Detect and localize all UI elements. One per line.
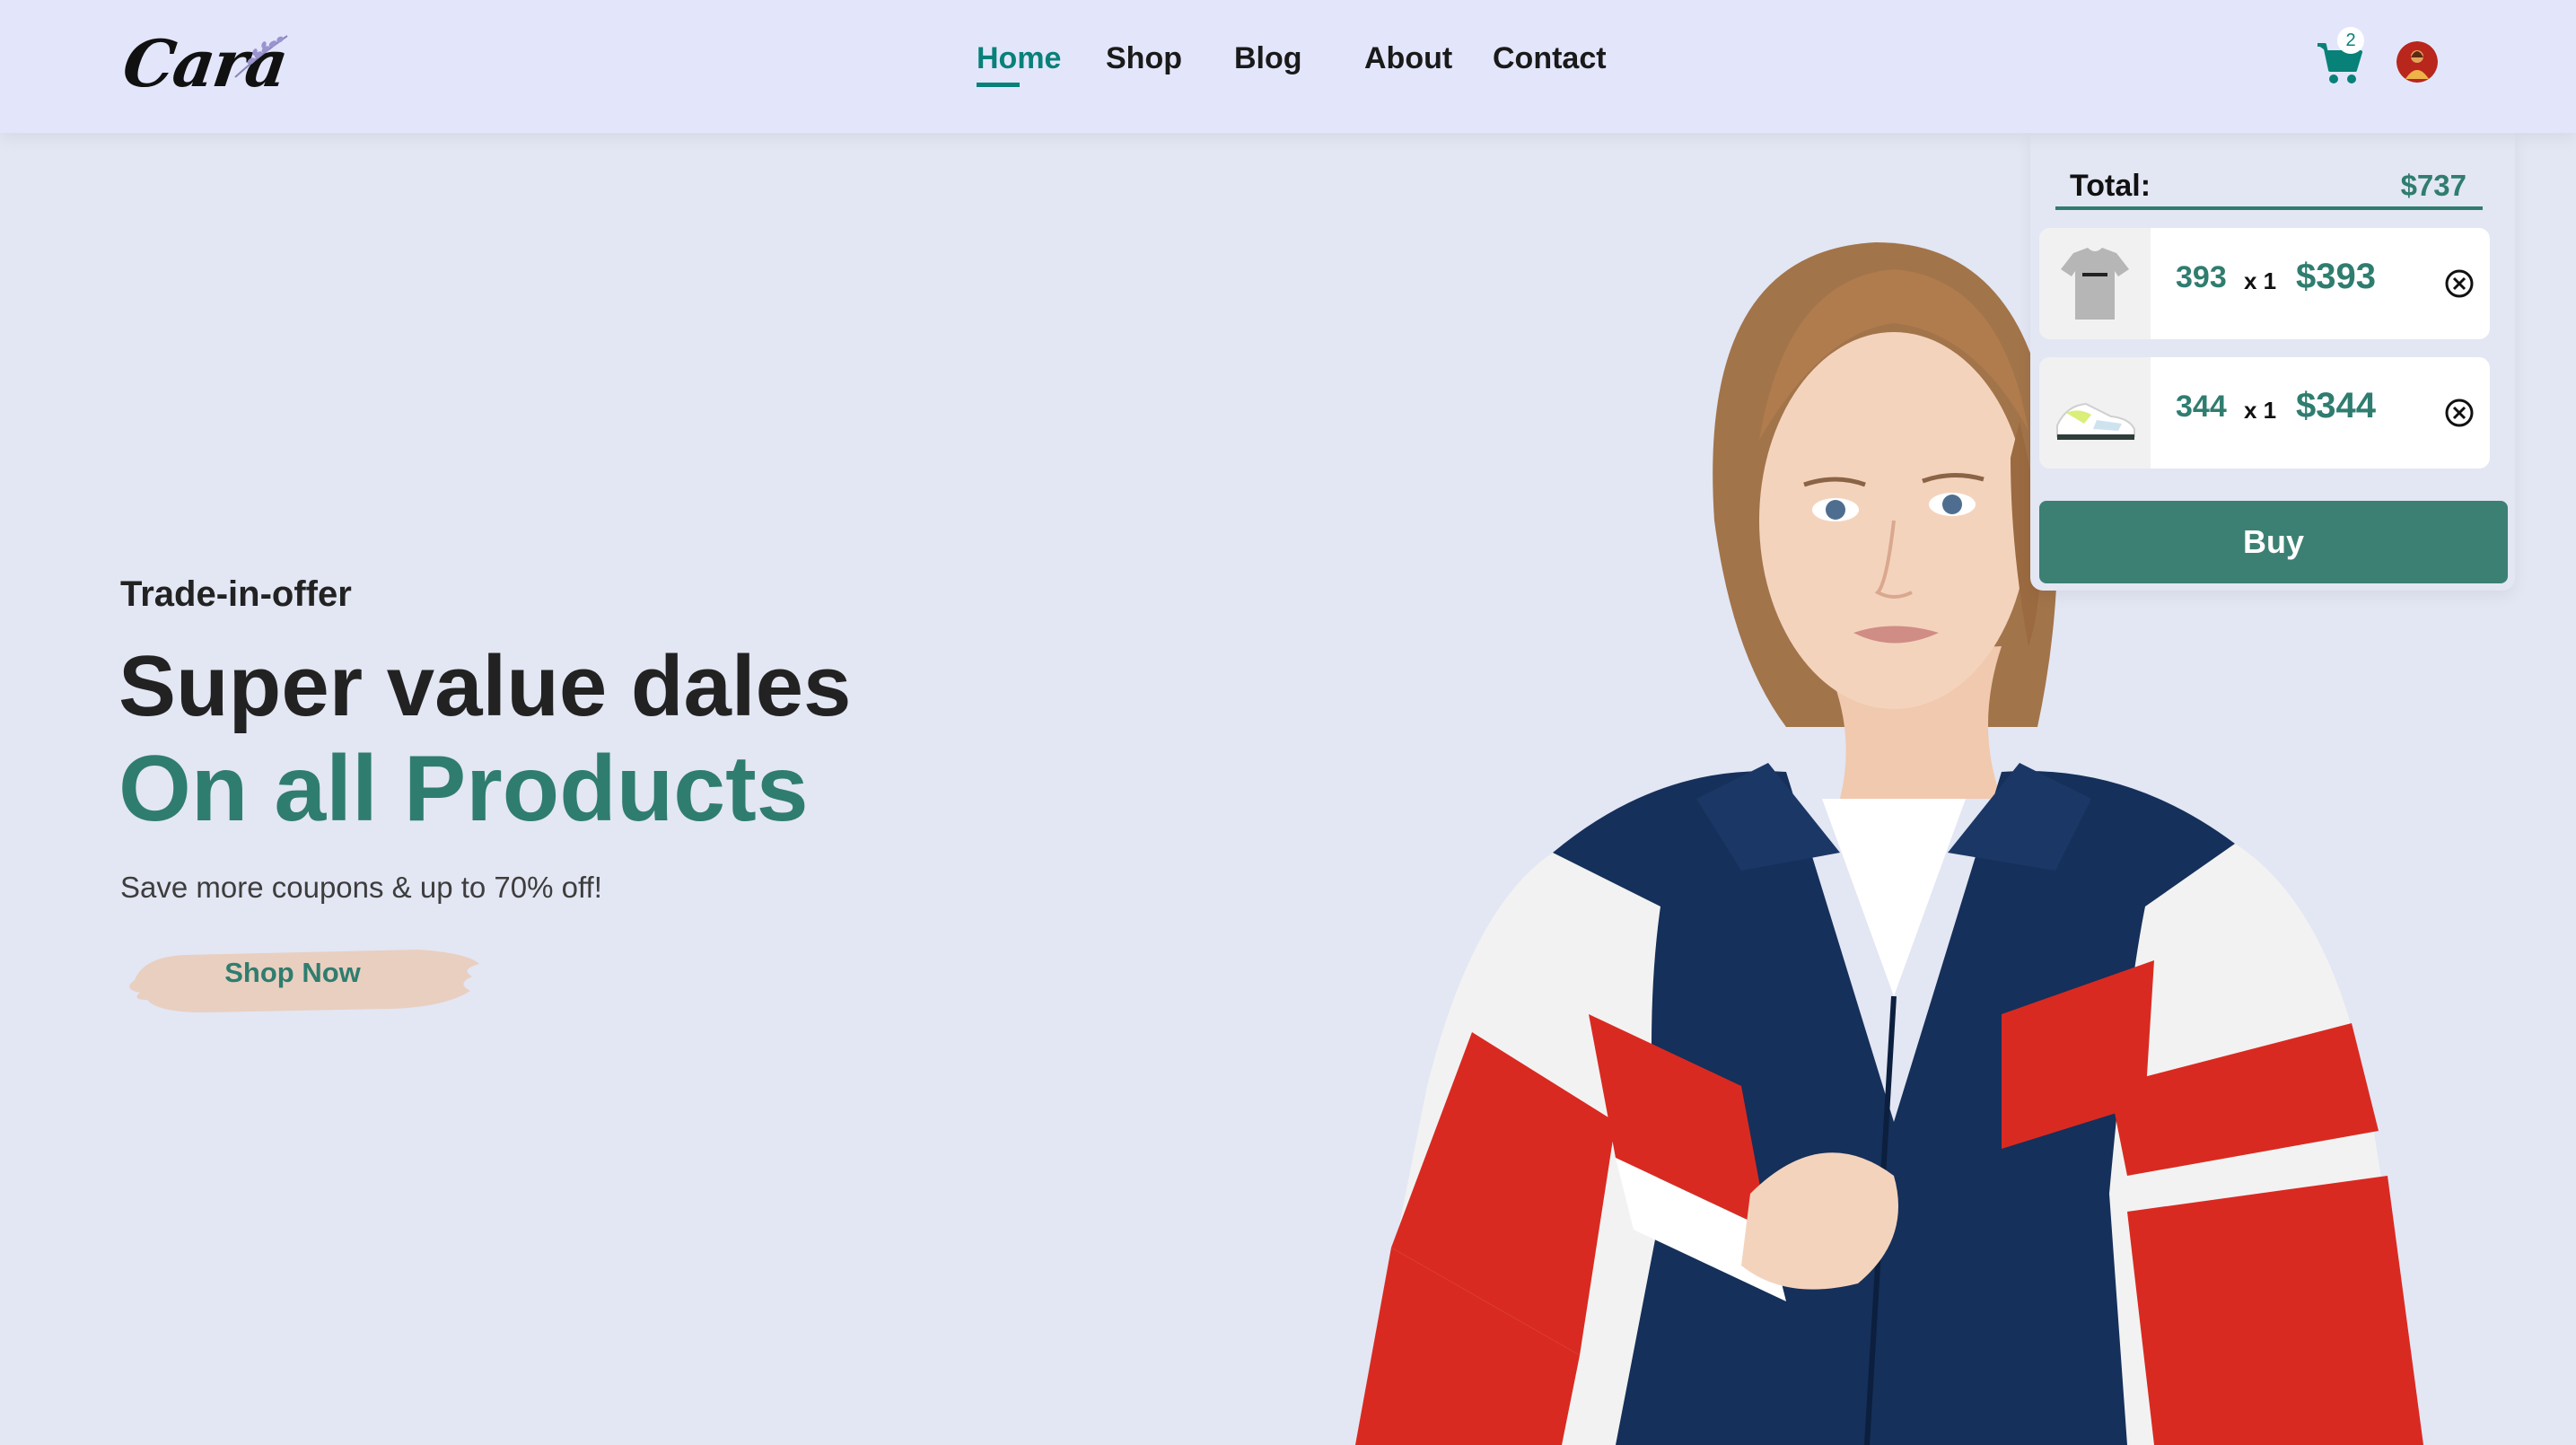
cart-item-price: $393	[2296, 257, 2376, 296]
hero-subtitle: On all Products	[118, 737, 809, 841]
cart-item[interactable]: 344 x 1 $344	[2039, 357, 2490, 469]
nav-contact[interactable]: Contact	[1493, 41, 1607, 76]
hero-description: Save more coupons & up to 70% off!	[120, 871, 602, 904]
hero-title: Super value dales	[118, 638, 852, 734]
cart-item-quantity: x 1	[2244, 397, 2277, 424]
tshirt-thumbnail	[2039, 228, 2151, 339]
sneaker-thumbnail	[2039, 357, 2151, 469]
cart-item-quantity: x 1	[2244, 267, 2277, 294]
cart-total-value: $737	[2400, 169, 2466, 202]
close-circle-icon	[2445, 269, 2474, 298]
cara-logo[interactable]: Cara	[118, 23, 291, 104]
shop-now-button[interactable]: Shop Now	[122, 937, 499, 1018]
cart-count-badge: 2	[2337, 27, 2364, 54]
shop-now-label: Shop Now	[224, 957, 361, 988]
cart-item[interactable]: 393 x 1 $393	[2039, 228, 2490, 339]
hero-kicker: Trade-in-offer	[120, 574, 352, 614]
nav-blog[interactable]: Blog	[1234, 41, 1302, 76]
cart-item-price: $344	[2296, 386, 2376, 425]
nav-shop[interactable]: Shop	[1106, 41, 1182, 76]
nav-active-underline	[977, 83, 1020, 87]
nav-about[interactable]: About	[1364, 41, 1452, 76]
lavender-icon	[234, 35, 288, 78]
cart-item-name: 344	[2176, 390, 2227, 424]
cart-total-row: Total: $737	[2055, 151, 2483, 210]
close-circle-icon	[2445, 398, 2474, 427]
cart-total-label: Total:	[2070, 169, 2151, 203]
user-avatar[interactable]	[2396, 41, 2438, 83]
cart-item-name: 393	[2176, 260, 2227, 294]
site-header: Cara Home Shop Blog About Contact 2	[0, 0, 2576, 133]
buy-button[interactable]: Buy	[2039, 501, 2508, 583]
nav-home[interactable]: Home	[977, 41, 1061, 76]
remove-item-button[interactable]	[2443, 267, 2475, 300]
remove-item-button[interactable]	[2443, 397, 2475, 429]
cart-dropdown: Total: $737 393 x 1 $393 344 x 1 $344 Bu…	[2030, 133, 2515, 591]
